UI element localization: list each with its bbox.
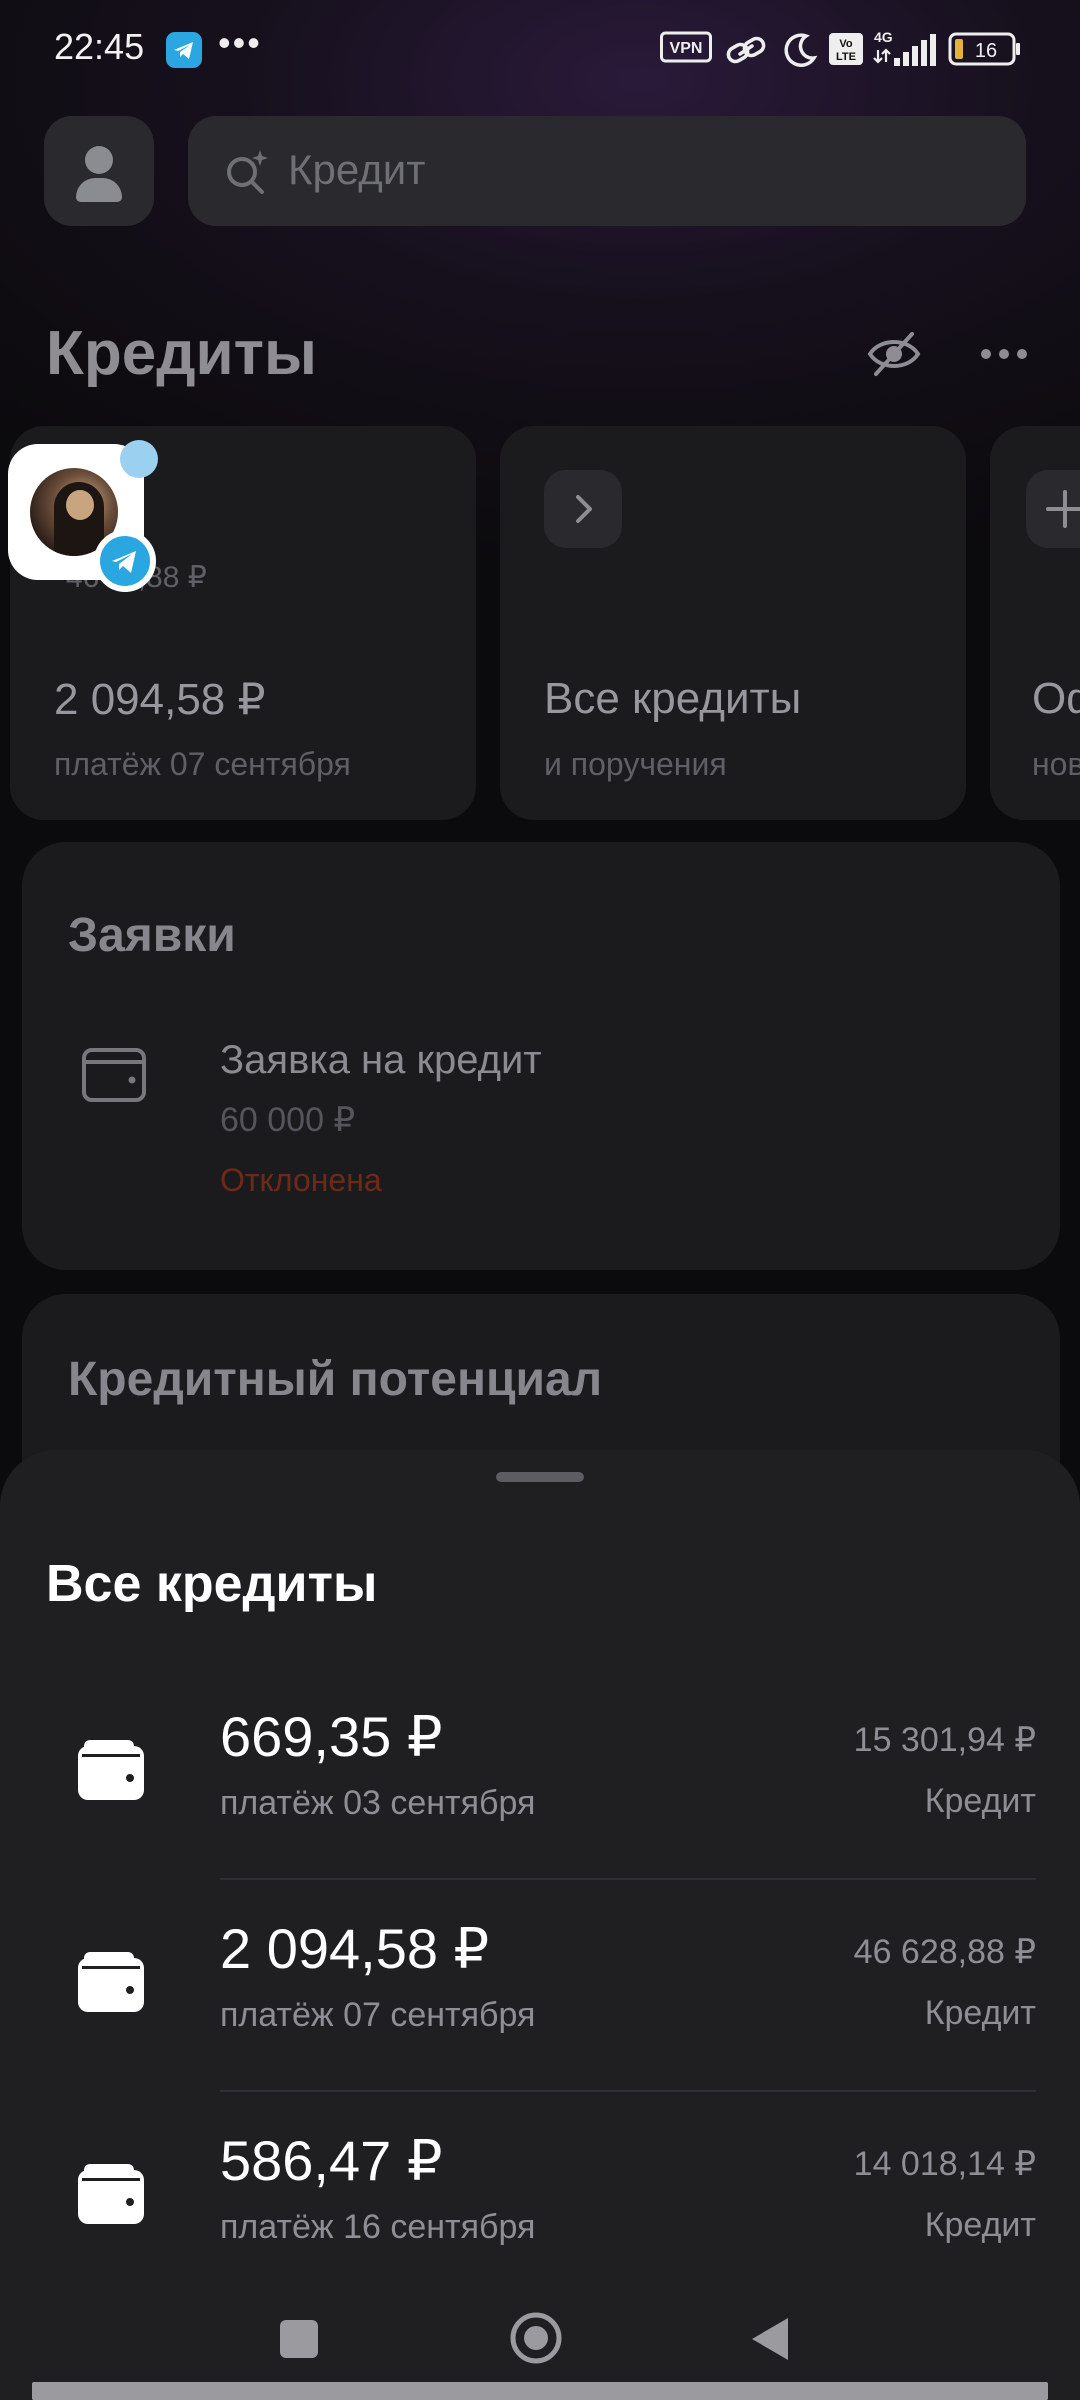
loan-payment: 586,47 ₽ (220, 2129, 443, 2192)
sheet-handle[interactable] (496, 1472, 584, 1482)
divider (220, 1878, 1036, 1880)
more-dots-icon (981, 349, 1027, 359)
more-button[interactable] (976, 326, 1036, 382)
wallet-icon (80, 1042, 152, 1106)
home-button[interactable] (508, 2310, 564, 2366)
search-placeholder: Кредит (288, 146, 426, 193)
loan-card-date: платёж 07 сентября (54, 746, 351, 782)
back-icon (752, 2318, 788, 2360)
search-icon (222, 146, 272, 196)
vpn-label: VPN (670, 40, 703, 57)
application-title: Заявка на кредит (220, 1038, 542, 1082)
all-loans-card[interactable]: Все кредиты и поручения (500, 426, 966, 820)
back-button[interactable] (748, 2314, 792, 2364)
page-title: Кредиты (46, 319, 317, 388)
application-item[interactable]: Заявка на кредит 60 000 ₽ Отклонена (22, 1002, 1060, 1222)
loan-card-amount: 2 094,58 ₽ (54, 675, 266, 724)
loan-row[interactable]: 2 094,58 ₽ платёж 07 сентября 46 628,88 … (0, 1882, 1080, 2092)
status-bar: 22:45 ••• VPN Vo LTE 4G 16 (0, 0, 1080, 100)
loan-payment: 669,35 ₽ (220, 1705, 443, 1768)
divider (220, 2090, 1036, 2092)
moon-icon (780, 30, 820, 70)
svg-text:Vo: Vo (839, 38, 853, 50)
telegram-notification-icon (166, 32, 202, 68)
new-loan-card[interactable]: Оф нов (990, 426, 1080, 820)
svg-text:LTE: LTE (836, 51, 856, 63)
wallet-icon (78, 1740, 144, 1800)
all-loans-subtitle: и поручения (544, 746, 727, 782)
signal-icon: 4G (872, 28, 938, 68)
wallet-icon (78, 1952, 144, 2012)
applications-title: Заявки (68, 909, 236, 962)
plus-icon (1026, 470, 1080, 548)
system-nav-bar (0, 2270, 1080, 2400)
link-icon (724, 30, 768, 70)
loan-date: платёж 03 сентября (220, 1784, 536, 1822)
loan-date: платёж 16 сентября (220, 2208, 536, 2246)
home-icon (510, 2312, 562, 2364)
profile-icon (85, 146, 113, 174)
battery-icon: 16 (948, 30, 1022, 70)
chevron-right-icon (544, 470, 622, 548)
status-time: 22:45 (54, 26, 145, 67)
recents-button[interactable] (280, 2320, 318, 2358)
sheet-title: Все кредиты (46, 1555, 378, 1613)
profile-button[interactable] (44, 116, 154, 226)
loan-total: 46 628,88 ₽ (853, 1933, 1036, 1971)
search-input[interactable]: Кредит (188, 116, 1026, 226)
loan-payment: 2 094,58 ₽ (220, 1917, 490, 1980)
application-status: Отклонена (220, 1162, 382, 1198)
wallet-icon (78, 2164, 144, 2224)
gesture-indicator (32, 2382, 1048, 2400)
loan-total: 14 018,14 ₽ (853, 2145, 1036, 2183)
application-amount: 60 000 ₽ (220, 1101, 356, 1139)
vpn-icon: VPN (660, 30, 712, 70)
loan-kind: Кредит (924, 1994, 1036, 2032)
eye-off-icon (867, 332, 921, 376)
loan-date: платёж 07 сентября (220, 1996, 536, 2034)
telegram-chat-bubble[interactable] (8, 440, 158, 592)
loan-kind: Кредит (924, 2206, 1036, 2244)
applications-panel: Заявки Заявка на кредит 60 000 ₽ Отклоне… (22, 842, 1060, 1270)
hide-balance-button[interactable] (866, 326, 922, 382)
loan-kind: Кредит (924, 1782, 1036, 1820)
credit-potential-title: Кредитный потенциал (68, 1353, 603, 1406)
more-notifications-icon: ••• (218, 22, 262, 63)
battery-level: 16 (975, 40, 997, 62)
loan-row[interactable]: 669,35 ₽ платёж 03 сентября 15 301,94 ₽ … (0, 1670, 1080, 1880)
volte-icon: Vo LTE (828, 30, 864, 70)
loan-total: 15 301,94 ₽ (853, 1721, 1036, 1759)
unread-indicator (120, 440, 158, 478)
new-loan-subtitle: нов (1032, 746, 1080, 782)
all-loans-title: Все кредиты (544, 674, 802, 723)
telegram-icon (94, 530, 156, 592)
network-type-label: 4G (874, 29, 893, 45)
new-loan-title: Оф (1032, 674, 1080, 723)
all-loans-sheet: Все кредиты 669,35 ₽ платёж 03 сентября … (0, 1450, 1080, 2270)
